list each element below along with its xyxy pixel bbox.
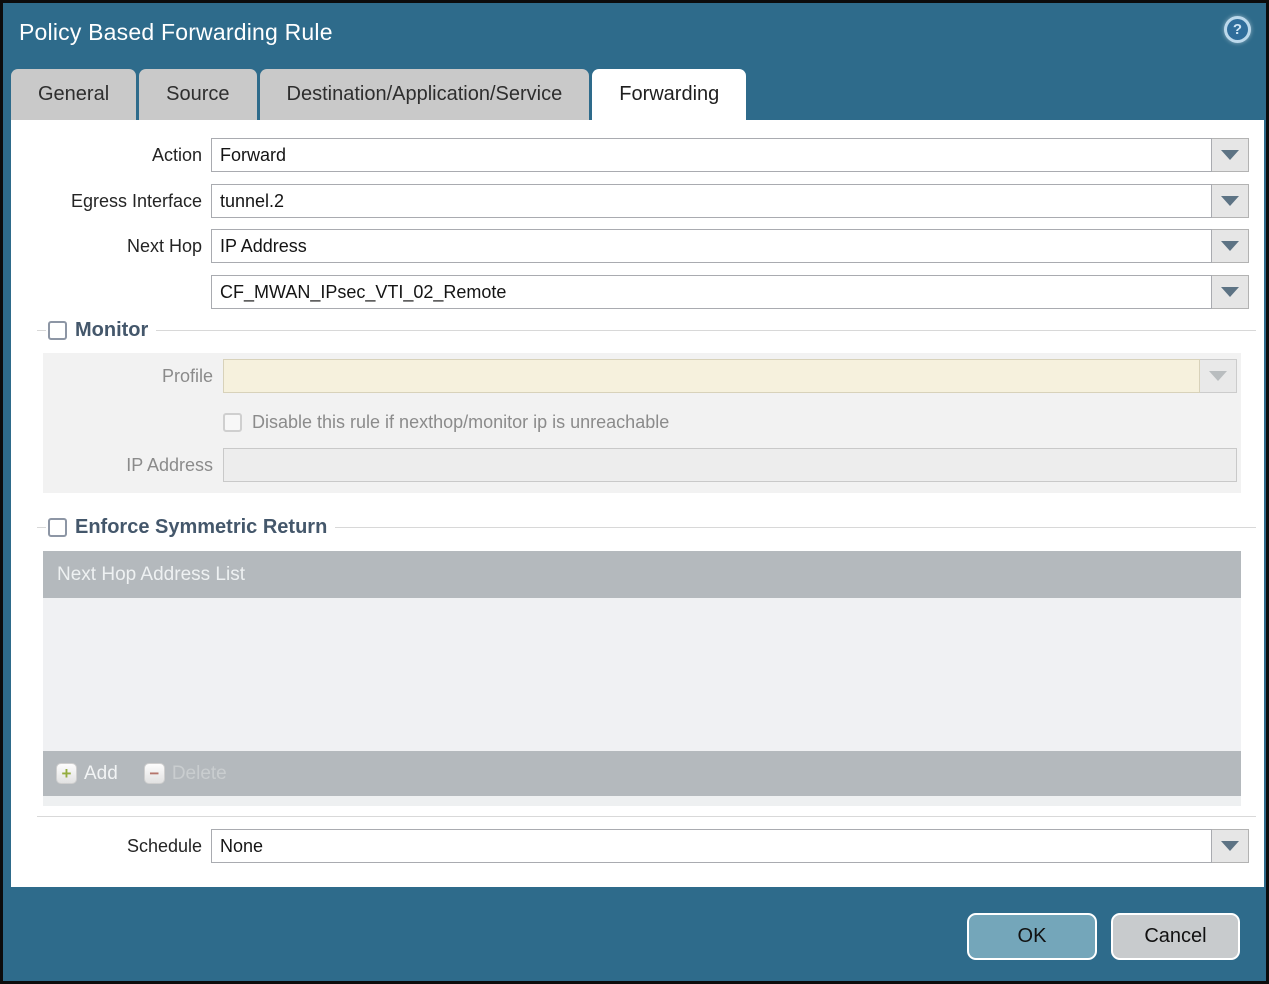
enforce-symmetric-return-title: Enforce Symmetric Return: [75, 515, 328, 538]
profile-dropdown-button: [1200, 359, 1237, 393]
legend-line: [335, 526, 1256, 528]
disable-rule-checkbox: [223, 412, 242, 432]
monitor-ip-address-label: IP Address: [126, 454, 213, 475]
schedule-dropdown-button[interactable]: [1212, 829, 1249, 863]
egress-interface-input[interactable]: [211, 184, 1212, 218]
monitor-ip-address-row: IP Address: [43, 448, 1237, 482]
next-hop-label: Next Hop: [126, 235, 202, 256]
section-divider: [37, 816, 1256, 817]
add-button[interactable]: + Add: [56, 763, 118, 785]
next-hop-address-input[interactable]: [211, 275, 1212, 309]
egress-interface-label: Egress Interface: [70, 190, 202, 211]
legend-line: [37, 329, 46, 331]
minus-icon: −: [143, 763, 165, 784]
tab-general[interactable]: General: [11, 69, 137, 120]
action-row: Action: [11, 138, 1249, 172]
disable-rule-row: Disable this rule if nexthop/monitor ip …: [43, 405, 1237, 439]
next-hop-address-row: [11, 275, 1249, 309]
monitor-checkbox[interactable]: [48, 320, 67, 340]
legend-line: [37, 526, 46, 528]
chevron-down-icon: [1209, 371, 1227, 381]
chevron-down-icon: [1221, 241, 1239, 251]
tab-bar: General Source Destination/Application/S…: [11, 69, 747, 120]
next-hop-address-list-header[interactable]: Next Hop Address List: [43, 551, 1241, 598]
enforce-symmetric-return-checkbox[interactable]: [48, 517, 67, 537]
cancel-button[interactable]: Cancel: [1111, 913, 1240, 960]
schedule-input[interactable]: [211, 829, 1212, 863]
monitor-legend: Monitor: [37, 319, 1256, 341]
help-icon: ?: [1227, 19, 1248, 40]
egress-interface-row: Egress Interface: [11, 184, 1249, 218]
disable-rule-label: Disable this rule if nexthop/monitor ip …: [252, 411, 670, 432]
next-hop-address-list-body[interactable]: [43, 598, 1241, 751]
chevron-down-icon: [1221, 841, 1239, 851]
schedule-row: Schedule: [11, 829, 1249, 863]
chevron-down-icon: [1221, 196, 1239, 206]
table-scroll-strip: [43, 796, 1241, 806]
next-hop-address-list-toolbar: + Add − Delete: [43, 751, 1241, 796]
monitor-title: Monitor: [75, 318, 149, 341]
chevron-down-icon: [1221, 150, 1239, 160]
egress-interface-dropdown-button[interactable]: [1212, 184, 1249, 218]
dialog-title: Policy Based Forwarding Rule: [19, 19, 333, 45]
action-label: Action: [151, 144, 202, 165]
chevron-down-icon: [1221, 287, 1239, 297]
help-button[interactable]: ?: [1224, 16, 1251, 43]
next-hop-type-dropdown-button[interactable]: [1212, 229, 1249, 263]
profile-row: Profile: [43, 359, 1237, 393]
plus-icon: +: [56, 763, 77, 784]
next-hop-address-list-header-label: Next Hop Address List: [57, 563, 245, 585]
enforce-symmetric-return-legend: Enforce Symmetric Return: [37, 516, 1256, 538]
next-hop-address-dropdown-button[interactable]: [1212, 275, 1249, 309]
schedule-label: Schedule: [126, 835, 202, 856]
monitor-ip-address-input: [223, 448, 1237, 482]
ok-button[interactable]: OK: [967, 913, 1097, 960]
delete-button[interactable]: − Delete: [143, 762, 227, 785]
tab-destination-application-service[interactable]: Destination/Application/Service: [259, 69, 590, 120]
tab-forwarding[interactable]: Forwarding: [592, 69, 747, 120]
profile-label: Profile: [161, 365, 213, 386]
next-hop-row: Next Hop: [11, 229, 1249, 263]
action-dropdown-button[interactable]: [1212, 138, 1249, 172]
legend-line: [156, 329, 1256, 331]
forwarding-tab-panel: Action Egress Interface Next Hop: [11, 120, 1264, 887]
monitor-panel: Profile Disable this rule if nexthop/mon…: [43, 353, 1241, 493]
add-button-label: Add: [84, 762, 118, 784]
action-input[interactable]: [211, 138, 1212, 172]
next-hop-address-list-table: Next Hop Address List + Add − Delete: [43, 551, 1241, 806]
next-hop-type-input[interactable]: [211, 229, 1212, 263]
policy-based-forwarding-rule-dialog: Policy Based Forwarding Rule ? General S…: [0, 0, 1269, 984]
delete-button-label: Delete: [171, 762, 227, 784]
profile-input: [223, 359, 1200, 393]
tab-source[interactable]: Source: [139, 69, 257, 120]
